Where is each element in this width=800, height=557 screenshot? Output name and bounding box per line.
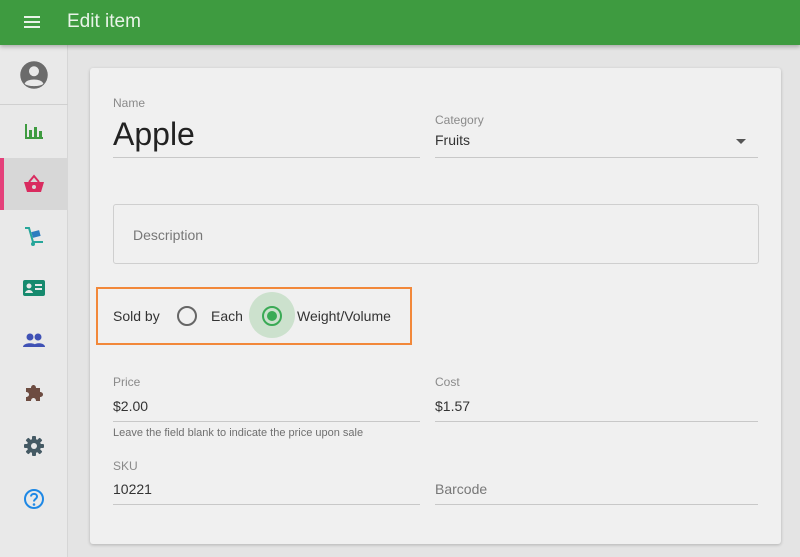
category-underline — [435, 157, 758, 158]
price-underline — [113, 421, 420, 422]
people-icon — [23, 333, 45, 347]
sidebar — [0, 45, 68, 557]
hand-truck-icon — [25, 227, 43, 246]
sku-input[interactable]: 10221 — [113, 481, 152, 497]
category-label: Category — [435, 113, 484, 127]
sidebar-item-help[interactable] — [0, 473, 68, 525]
app-header: Edit item — [0, 0, 800, 45]
sidebar-item-integrations[interactable] — [0, 367, 68, 419]
sidebar-item-reports[interactable] — [0, 105, 68, 157]
price-input[interactable]: $2.00 — [113, 398, 148, 414]
sold-by-label: Sold by — [113, 308, 160, 324]
sidebar-item-inventory[interactable] — [0, 210, 68, 262]
barcode-input[interactable]: Barcode — [435, 481, 487, 497]
cost-underline — [435, 421, 758, 422]
menu-icon[interactable] — [21, 14, 47, 32]
help-icon — [24, 489, 44, 509]
description-placeholder: Description — [133, 227, 204, 243]
radio-each-label[interactable]: Each — [211, 308, 243, 324]
sidebar-item-items[interactable] — [0, 158, 68, 210]
id-card-icon — [23, 280, 45, 296]
price-helper-text: Leave the field blank to indicate the pr… — [113, 427, 364, 439]
price-label: Price — [113, 375, 141, 389]
radio-weight-volume-label[interactable]: Weight/Volume — [297, 308, 391, 324]
account-button[interactable] — [0, 45, 68, 105]
basket-icon — [24, 174, 44, 192]
barcode-underline — [435, 504, 758, 505]
sku-underline — [113, 504, 420, 505]
radio-each[interactable] — [177, 306, 197, 326]
cost-input[interactable]: $1.57 — [435, 398, 470, 414]
sidebar-item-settings[interactable] — [0, 420, 68, 472]
name-input[interactable]: Apple — [113, 116, 195, 153]
page-title: Edit item — [67, 11, 141, 32]
sidebar-item-employees[interactable] — [0, 262, 68, 314]
sku-label: SKU — [113, 459, 138, 473]
category-select[interactable]: Fruits — [435, 132, 470, 148]
gear-icon — [24, 436, 44, 456]
sidebar-item-customers[interactable] — [0, 314, 68, 366]
bar-chart-icon — [25, 124, 43, 139]
puzzle-icon — [26, 385, 43, 401]
account-icon — [20, 60, 48, 89]
chevron-down-icon[interactable] — [736, 139, 746, 144]
description-field[interactable]: Description — [113, 204, 759, 264]
name-label: Name — [113, 96, 146, 110]
radio-weight-volume[interactable] — [262, 306, 282, 326]
name-underline — [113, 157, 420, 158]
cost-label: Cost — [435, 375, 460, 389]
